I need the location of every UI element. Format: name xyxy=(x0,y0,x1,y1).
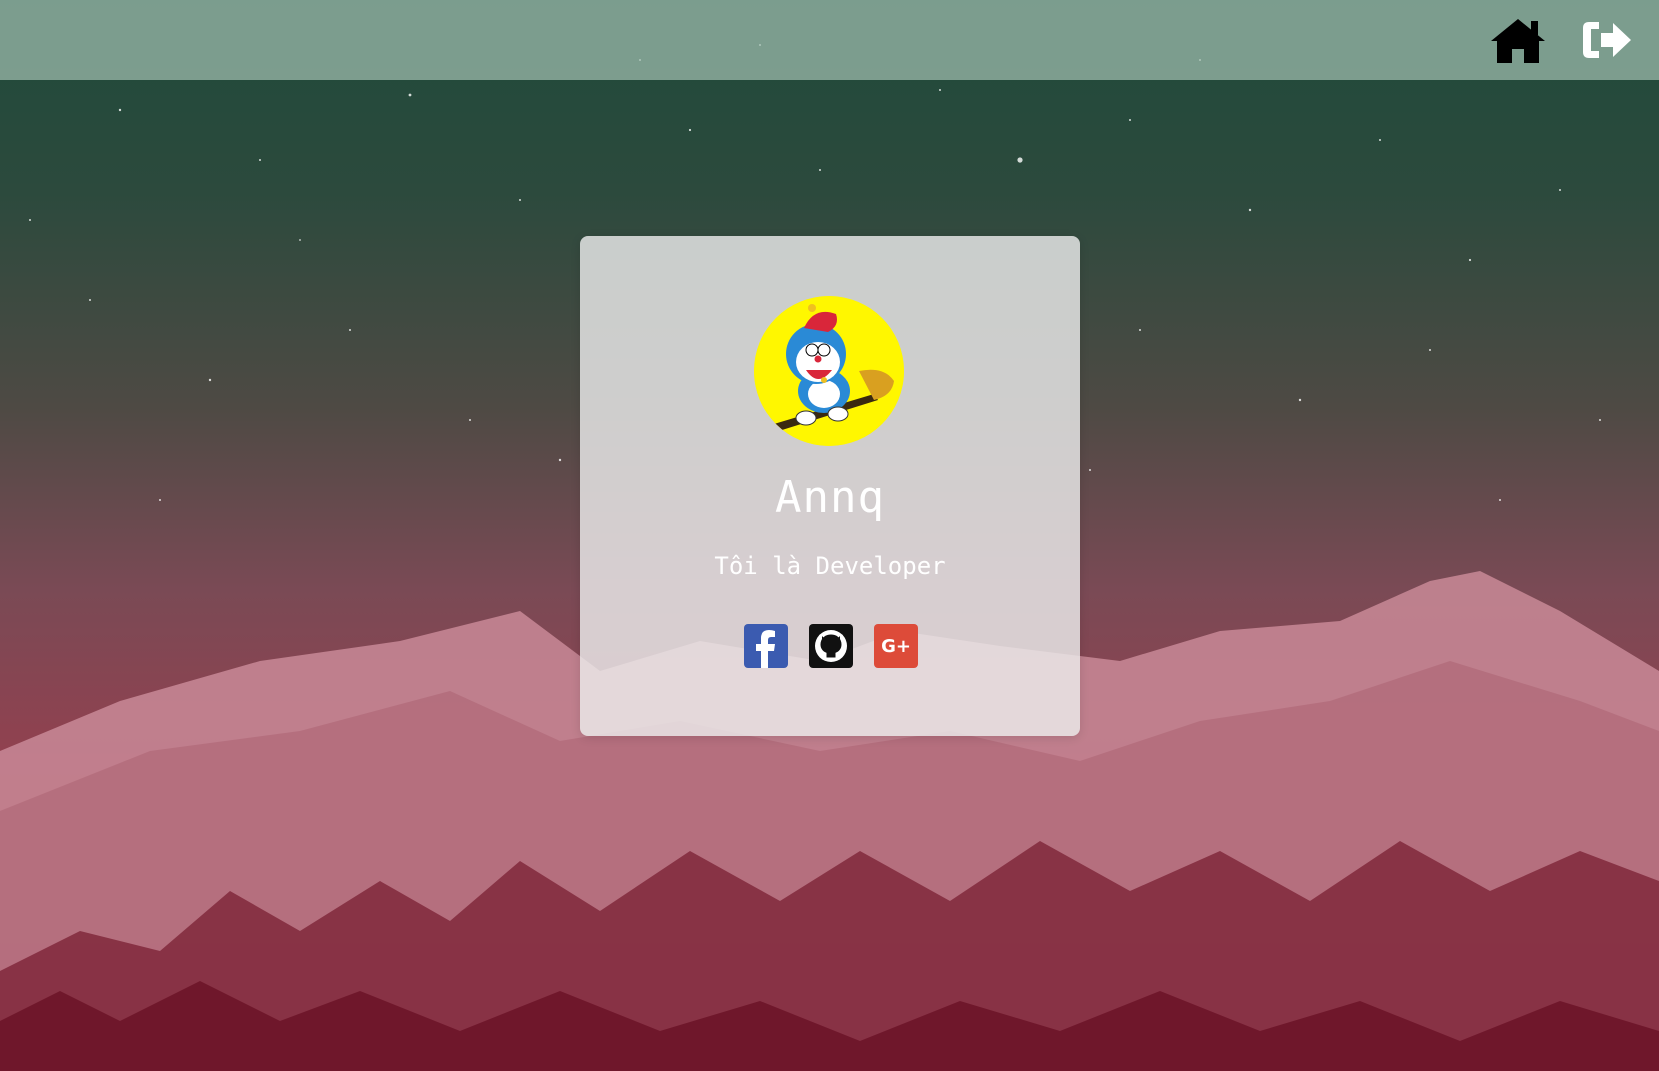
top-navbar xyxy=(0,0,1659,80)
social-links: G+ xyxy=(744,624,924,670)
doraemon-avatar xyxy=(754,296,904,446)
profile-tagline: Tôi là Developer xyxy=(714,552,946,580)
sign-out-icon xyxy=(1583,22,1631,58)
google-plus-link[interactable]: G+ xyxy=(874,624,918,668)
home-button[interactable] xyxy=(1488,12,1548,68)
facebook-icon xyxy=(756,630,775,668)
profile-name: Annq xyxy=(775,472,885,523)
profile-card: Annq Tôi là Developer G+ xyxy=(580,236,1080,736)
github-link[interactable] xyxy=(809,624,853,668)
home-icon xyxy=(1491,19,1545,63)
google-plus-icon: G+ xyxy=(881,635,911,657)
facebook-link[interactable] xyxy=(744,624,788,668)
github-icon xyxy=(815,630,847,662)
profile-avatar xyxy=(754,296,904,446)
page-background: Annq Tôi là Developer G+ xyxy=(0,0,1659,1071)
logout-button[interactable] xyxy=(1577,12,1637,68)
